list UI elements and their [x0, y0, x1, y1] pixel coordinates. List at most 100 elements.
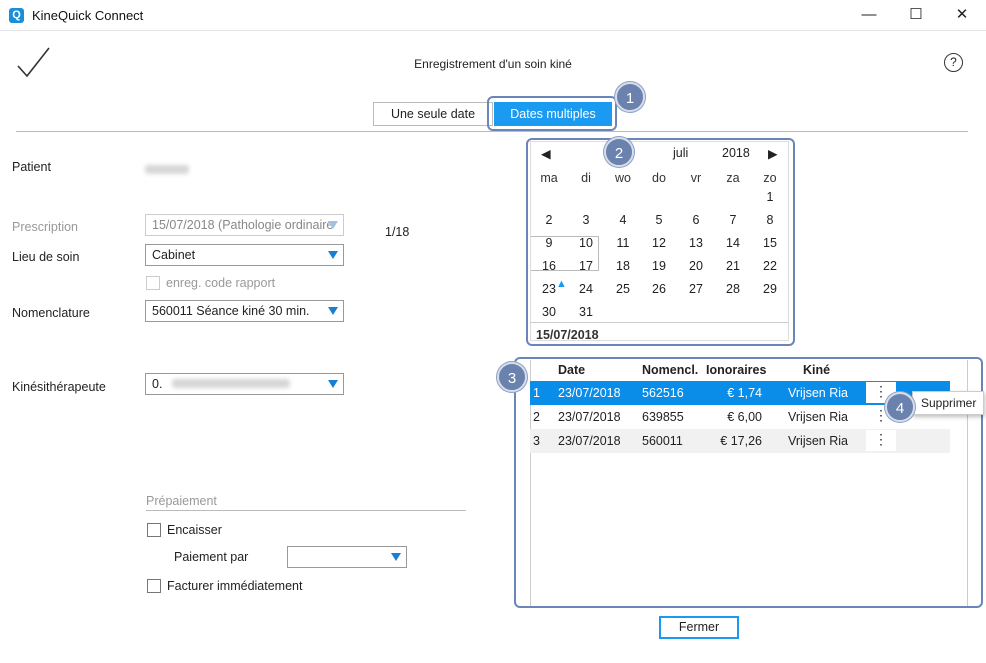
calendar-day[interactable]: 22	[752, 255, 788, 278]
title-bar	[0, 0, 986, 31]
fermer-button[interactable]: Fermer	[659, 616, 739, 639]
prescription-value: 15/07/2018 (Pathologie ordinaire	[152, 218, 334, 232]
calendar-day[interactable]: 8	[752, 209, 788, 232]
weekday-label: ma	[540, 171, 558, 185]
row-number: 2	[533, 410, 540, 424]
prescription-counter: 1/18	[385, 225, 410, 239]
kinesitherapeute-select[interactable]: 0.	[145, 373, 344, 395]
prescription-select[interactable]: 15/07/2018 (Pathologie ordinaire	[145, 214, 344, 236]
paiement-par-select[interactable]	[287, 546, 407, 568]
calendar-day[interactable]: 30	[531, 301, 567, 324]
weekday-label: vr	[690, 171, 702, 185]
single-date-tab[interactable]: Une seule date	[373, 102, 493, 126]
lieu-de-soin-select[interactable]: Cabinet	[145, 244, 344, 266]
paiement-par-label: Paiement par	[174, 550, 249, 564]
calendar-day[interactable]: 7	[715, 209, 751, 232]
chevron-down-icon	[328, 221, 338, 229]
maximize-button[interactable]: ☐	[893, 0, 939, 31]
col-header-kine: Kiné	[803, 363, 831, 377]
nomenclature-select[interactable]: 560011 Séance kiné 30 min.	[145, 300, 344, 322]
weekday-label: za	[726, 171, 740, 185]
highlight-box-1	[487, 96, 617, 131]
kinesitherapeute-label: Kinésithérapeute	[12, 380, 106, 394]
row-date: 23/07/2018	[558, 434, 621, 448]
facturer-label: Facturer immédiatement	[167, 579, 303, 593]
calendar-day[interactable]: 12	[641, 232, 677, 255]
calendar-day[interactable]: 28	[715, 278, 751, 301]
week-highlight-bottom	[531, 270, 598, 271]
col-header-date: Date	[558, 363, 586, 377]
kine-prefix: 0.	[152, 377, 163, 391]
window-title: KineQuick Connect	[32, 8, 144, 23]
row-amount: € 1,74	[727, 386, 762, 400]
calendar-day[interactable]: 21	[715, 255, 751, 278]
calendar-day[interactable]: 3	[568, 209, 604, 232]
encaisser-checkbox[interactable]	[147, 523, 161, 537]
calendar-day[interactable]: 24	[568, 278, 604, 301]
row-kine: Vrijsen Ria	[788, 386, 848, 400]
callout-4: 4	[885, 392, 915, 422]
row-nomencl: 560011	[642, 434, 683, 448]
row-date: 23/07/2018	[558, 386, 621, 400]
calendar-day[interactable]: 16	[531, 255, 567, 278]
calendar-day[interactable]: 2	[531, 209, 567, 232]
encaisser-label: Encaisser	[167, 523, 222, 537]
calendar-day[interactable]: 13	[678, 232, 714, 255]
prescription-label: Prescription	[12, 220, 78, 234]
calendar-day[interactable]: 1	[752, 186, 788, 209]
help-icon[interactable]: ?	[944, 53, 963, 72]
patient-name-redacted	[145, 163, 189, 177]
row-nomencl: 562516	[642, 386, 684, 400]
context-menu-supprimer[interactable]: Supprimer	[912, 391, 984, 415]
nomenclature-value: 560011 Séance kiné 30 min.	[152, 304, 310, 318]
enreg-code-rapport-checkbox[interactable]	[146, 276, 160, 290]
weekday-label: wo	[615, 171, 631, 185]
row-amount: € 17,26	[720, 434, 762, 448]
minimize-button[interactable]: —	[846, 0, 892, 31]
calendar-day[interactable]: 5	[641, 209, 677, 232]
app-logo-icon: Q	[9, 8, 24, 23]
lieu-de-soin-label: Lieu de soin	[12, 250, 80, 264]
col-header-nomencl: Nomencl.	[642, 363, 699, 377]
header-divider	[16, 131, 968, 132]
row-nomencl: 639855	[642, 410, 684, 424]
calendar-day[interactable]: 26	[641, 278, 677, 301]
chevron-down-icon	[328, 380, 338, 388]
calendar-day[interactable]: 4	[605, 209, 641, 232]
calendar-day[interactable]: 6	[678, 209, 714, 232]
calendar-day[interactable]: 27	[678, 278, 714, 301]
row-more-icon[interactable]: ⋮	[866, 430, 896, 451]
weekday-label: do	[652, 171, 666, 185]
chevron-down-icon	[328, 251, 338, 259]
dialog-title: Enregistrement d'un soin kiné	[414, 57, 572, 71]
calendar-day[interactable]: 20	[678, 255, 714, 278]
calendar-prev-icon[interactable]: ◀	[541, 146, 551, 161]
close-window-button[interactable]: ✕	[939, 0, 985, 31]
prepaiement-section-label: Prépaiement	[146, 494, 217, 508]
nomenclature-label: Nomenclature	[12, 306, 90, 320]
calendar-day[interactable]: 11	[605, 232, 641, 255]
kine-name-redacted	[171, 379, 290, 388]
table-row[interactable]: 3 23/07/2018 560011 € 17,26 Vrijsen Ria …	[530, 429, 950, 453]
lieu-de-soin-value: Cabinet	[152, 248, 196, 262]
calendar-day[interactable]: 19	[641, 255, 677, 278]
calendar-day[interactable]: 31	[568, 301, 604, 324]
patient-label: Patient	[12, 160, 51, 174]
row-number: 3	[533, 434, 540, 448]
calendar-day[interactable]: 15	[752, 232, 788, 255]
calendar-day[interactable]: 18	[605, 255, 641, 278]
calendar-next-icon[interactable]: ▶	[768, 146, 778, 161]
row-date: 23/07/2018	[558, 410, 621, 424]
row-kine: Vrijsen Ria	[788, 434, 848, 448]
calendar-day[interactable]: 25	[605, 278, 641, 301]
callout-2: 2	[604, 137, 634, 167]
calendar-year[interactable]: 2018	[722, 146, 750, 160]
weekday-label: di	[581, 171, 591, 185]
calendar-day[interactable]: 14	[715, 232, 751, 255]
calendar-day[interactable]: 29	[752, 278, 788, 301]
facturer-checkbox[interactable]	[147, 579, 161, 593]
callout-1: 1	[615, 82, 645, 112]
callout-3: 3	[497, 362, 527, 392]
calendar-month[interactable]: juli	[673, 146, 688, 160]
prepaiement-divider	[146, 510, 466, 511]
